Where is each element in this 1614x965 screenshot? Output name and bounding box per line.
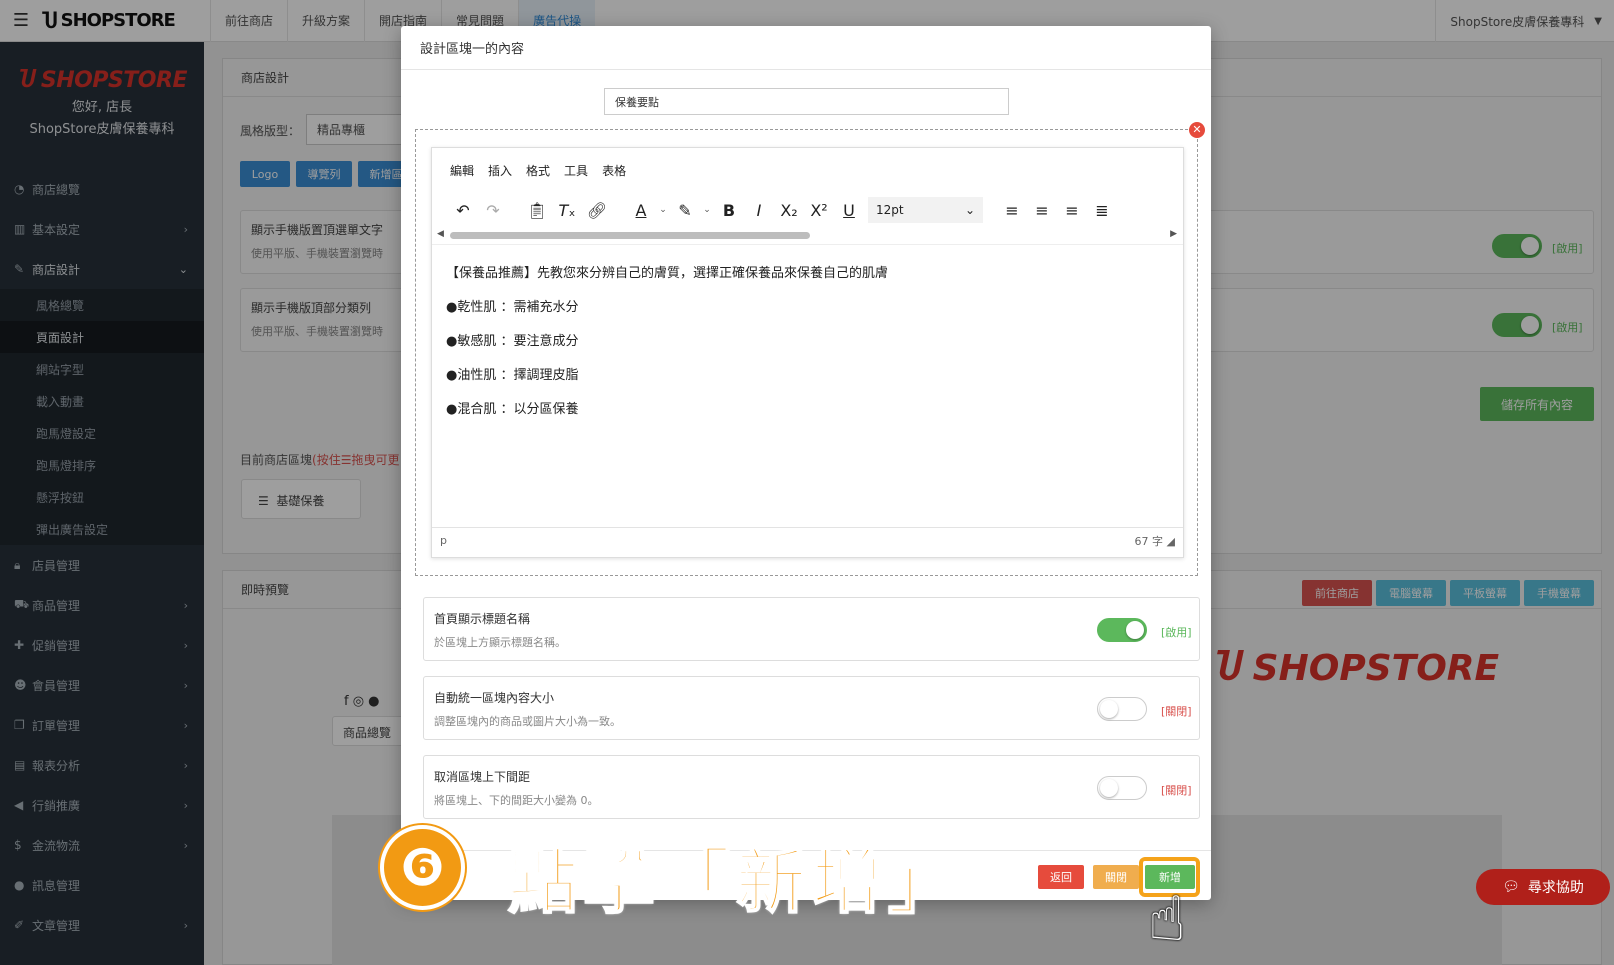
font-size-select[interactable]: 12pt ⌄ [868,197,983,223]
content-line: ●乾性肌 ：需補充水分 [446,300,579,315]
pointing-hand-icon: ☝ [1148,882,1186,955]
rich-text-editor: 編輯 插入 格式 工具 表格 ↶ ↷ 📋︎ Tₓ 🔗︎ A ⌄ ✎ ⌄ B I [431,147,1184,558]
content-line: ●混合肌 ：以分區保養 [446,402,579,417]
help-chat-icon: 💬︎ [1502,879,1520,895]
redo-icon[interactable]: ↷ [478,196,508,224]
option-remove-spacing: 取消區塊上下間距 將區塊上、下的間距大小變為 0。 [關閉] [423,755,1200,819]
block-title-input[interactable] [604,88,1009,115]
menu-edit[interactable]: 編輯 [450,162,474,179]
superscript-icon[interactable]: X² [804,196,834,224]
back-button[interactable]: 返回 [1038,865,1084,889]
align-left-icon[interactable]: ≡ [997,196,1027,224]
justify-icon[interactable]: ≣ [1087,196,1117,224]
paste-icon[interactable]: 📋︎ [522,196,552,224]
remove-spacing-toggle[interactable] [1097,776,1147,800]
modal-title: 設計區塊一的內容 [401,26,1211,70]
link-icon[interactable]: 🔗︎ [582,196,612,224]
align-center-icon[interactable]: ≡ [1027,196,1057,224]
remove-spacing-state: [關閉] [1161,784,1192,797]
show-title-toggle[interactable] [1097,618,1147,642]
option-show-title: 首頁顯示標題名稱 於區塊上方顯示標題名稱。 [啟用] [423,597,1200,661]
unify-size-state: [關閉] [1161,705,1192,718]
menu-tools[interactable]: 工具 [564,162,588,179]
show-title-state: [啟用] [1161,626,1192,639]
scroll-right-icon[interactable]: ▶ [1170,229,1177,239]
editor-statusbar: p 67 字 ◢ [432,527,1183,553]
block-edit-modal: 設計區塊一的內容 ✕ 編輯 插入 格式 工具 表格 ↶ ↷ 📋︎ Tₓ 🔗︎ A… [401,26,1211,900]
element-path: p [440,534,447,547]
chevron-down-icon: ⌄ [964,203,975,217]
undo-icon[interactable]: ↶ [448,196,478,224]
remove-editor-icon[interactable]: ✕ [1189,122,1205,138]
underline-icon[interactable]: U [834,196,864,224]
menu-insert[interactable]: 插入 [488,162,512,179]
text-color-icon[interactable]: A [626,196,656,224]
help-button[interactable]: 💬︎ 尋求協助 [1476,869,1610,905]
editor-content[interactable]: 【保養品推薦】先教您來分辨自己的膚質，選擇正確保養品來保養自己的肌膚 ●乾性肌 … [432,244,1183,527]
align-right-icon[interactable]: ≡ [1057,196,1087,224]
content-line: 【保養品推薦】先教您來分辨自己的膚質，選擇正確保養品來保養自己的肌膚 [446,266,889,281]
close-button[interactable]: 關閉 [1093,865,1139,889]
unify-size-toggle[interactable] [1097,697,1147,721]
text-color-caret-icon[interactable]: ⌄ [656,196,670,224]
scroll-thumb[interactable] [450,232,810,239]
subscript-icon[interactable]: X₂ [774,196,804,224]
italic-icon[interactable]: I [744,196,774,224]
editor-menubar: 編輯 插入 格式 工具 表格 [432,148,1183,192]
content-line: ●敏感肌 ：要注意成分 [446,334,579,349]
scroll-left-icon[interactable]: ◀ [437,229,444,239]
toolbar-scrollbar[interactable]: ◀ ▶ [432,228,1183,244]
word-count: 67 字 ◢ [1134,534,1175,548]
highlight-color-icon[interactable]: ✎ [670,196,700,224]
highlight-caret-icon[interactable]: ⌄ [700,196,714,224]
step-instruction: 點擊「新增」 [507,840,964,924]
content-line: ●油性肌 ：擇調理皮脂 [446,368,579,383]
editor-toolbar: ↶ ↷ 📋︎ Tₓ 🔗︎ A ⌄ ✎ ⌄ B I X₂ X² U 12pt ⌄ [432,192,1183,228]
clear-format-icon[interactable]: Tₓ [552,196,582,224]
menu-format[interactable]: 格式 [526,162,550,179]
editor-container: ✕ 編輯 插入 格式 工具 表格 ↶ ↷ 📋︎ Tₓ 🔗︎ A ⌄ ✎ ⌄ B … [415,122,1205,576]
menu-table[interactable]: 表格 [602,162,626,179]
bold-icon[interactable]: B [714,196,744,224]
step-number-badge: ❻ [380,825,465,910]
option-unify-size: 自動統一區塊內容大小 調整區塊內的商品或圖片大小為一致。 [關閉] [423,676,1200,740]
